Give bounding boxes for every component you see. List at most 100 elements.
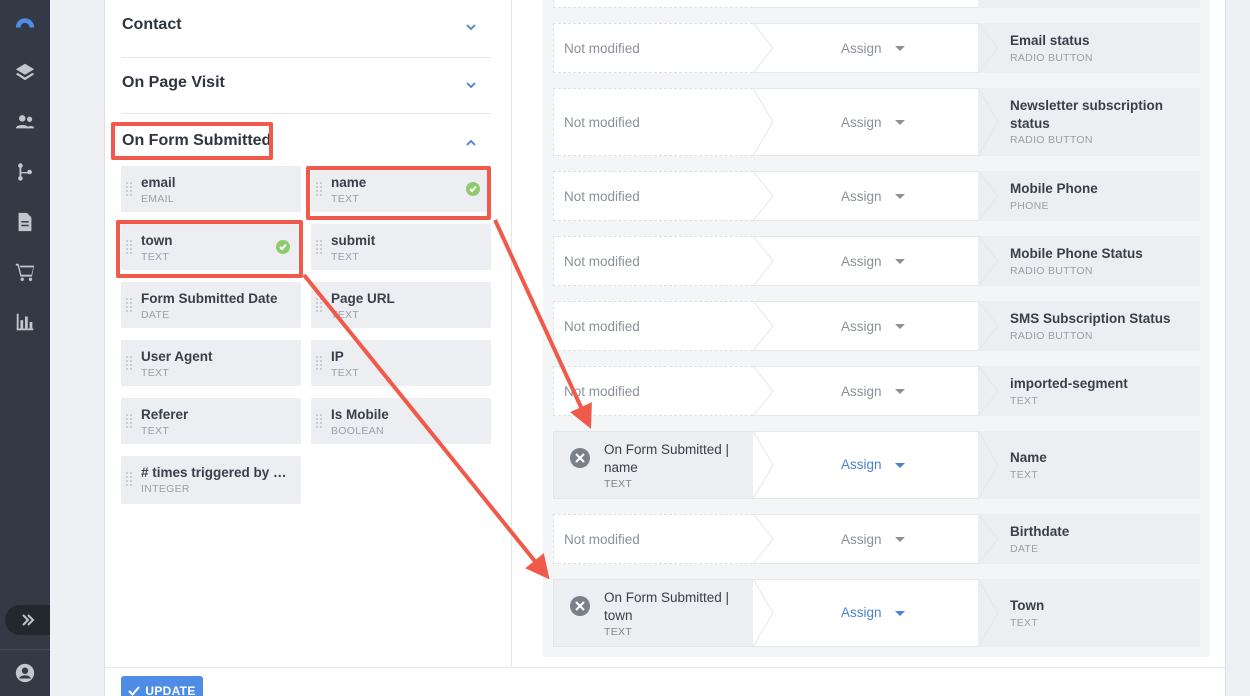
highlight-box	[116, 220, 303, 278]
source-dropzone[interactable]: Not modified	[553, 236, 773, 286]
users-icon[interactable]	[13, 110, 37, 134]
drag-handle-icon[interactable]	[126, 182, 132, 196]
caret-down-icon	[895, 537, 905, 542]
target-name: Birthdate	[1010, 524, 1070, 539]
source-type: TEXT	[604, 478, 633, 490]
field-name: Form Submitted Date	[141, 291, 278, 306]
field-card[interactable]: Referer TEXT	[121, 398, 301, 444]
target-type: PHONE	[1010, 200, 1049, 212]
mapped-source[interactable]: On Form Submitted | town TEXT	[553, 579, 773, 647]
expand-icon[interactable]	[5, 605, 50, 635]
field-card[interactable]: # times triggered by th… INTEGER	[121, 456, 301, 504]
update-button[interactable]: UPDATE	[121, 676, 203, 696]
section-on-page-visit[interactable]: On Page Visit	[121, 56, 491, 114]
field-name: # times triggered by th…	[141, 465, 291, 480]
nav-divider	[0, 649, 50, 650]
field-name: Referer	[141, 407, 189, 422]
chevron-down-icon[interactable]	[465, 78, 477, 90]
drag-handle-icon[interactable]	[316, 240, 322, 254]
field-type: TEXT	[331, 309, 360, 321]
field-name: User Agent	[141, 349, 213, 364]
field-card[interactable]: Page URL TEXT	[311, 282, 491, 328]
chart-icon[interactable]	[13, 310, 37, 334]
mapping-row: Not modified Assign Email status RADIO BU…	[553, 23, 1200, 73]
target-type: RADIO BUTTON	[1010, 52, 1093, 64]
action-select[interactable]: Assign	[753, 431, 1003, 499]
source-label: Not modified	[564, 189, 640, 204]
target-field: Name TEXT	[978, 431, 1200, 499]
source-dropzone[interactable]: Not modified	[553, 88, 773, 156]
action-select[interactable]: Assign	[753, 366, 1003, 416]
logo-icon[interactable]	[13, 10, 37, 34]
section-contact[interactable]: Contact	[121, 0, 491, 58]
source-dropzone[interactable]: Not modified	[553, 366, 773, 416]
source-label: On Form Submitted | name	[604, 442, 730, 475]
target-type: RADIO BUTTON	[1010, 330, 1093, 342]
field-card[interactable]: User Agent TEXT	[121, 340, 301, 386]
target-name: Name	[1010, 450, 1047, 465]
action-label: Assign	[841, 384, 882, 399]
workflow-icon[interactable]	[13, 160, 37, 184]
field-card[interactable]: IP TEXT	[311, 340, 491, 386]
section-title: Contact	[122, 16, 182, 33]
mapping-row	[553, 0, 1200, 8]
caret-down-icon	[895, 46, 905, 51]
caret-down-icon	[895, 463, 905, 468]
layers-icon[interactable]	[13, 60, 37, 84]
remove-icon[interactable]	[570, 596, 590, 616]
action-select[interactable]: Assign	[753, 171, 1003, 221]
drag-handle-icon[interactable]	[316, 414, 322, 428]
source-fields-column: Contact On Page Visit On Form Submitted …	[105, 0, 512, 667]
source-type: TEXT	[604, 626, 633, 638]
mapping-row: On Form Submitted | town TEXT Assign Tow…	[553, 579, 1200, 647]
mapped-source[interactable]: On Form Submitted | name TEXT	[553, 431, 773, 499]
field-card[interactable]: Form Submitted Date DATE	[121, 282, 301, 328]
document-icon[interactable]	[13, 210, 37, 234]
field-name: IP	[331, 349, 344, 364]
source-label: On Form Submitted | town	[604, 590, 730, 623]
target-field: Town TEXT	[978, 579, 1200, 647]
field-name: email	[141, 175, 176, 190]
source-label: Not modified	[564, 254, 640, 269]
field-card[interactable]: Is Mobile BOOLEAN	[311, 398, 491, 444]
drag-handle-icon[interactable]	[126, 298, 132, 312]
mapping-row: Not modified Assign Mobile Phone PHONE	[553, 171, 1200, 221]
action-label: Assign	[841, 532, 882, 547]
field-type: BOOLEAN	[331, 425, 384, 437]
account-icon[interactable]	[13, 661, 37, 685]
action-select[interactable]: Assign	[753, 23, 1003, 73]
target-type: RADIO BUTTON	[1010, 134, 1093, 146]
caret-down-icon	[895, 389, 905, 394]
action-select[interactable]: Assign	[753, 579, 1003, 647]
drag-handle-icon[interactable]	[126, 356, 132, 370]
source-label: Not modified	[564, 384, 640, 399]
target-field: Birthdate DATE	[978, 514, 1200, 564]
chevron-up-icon[interactable]	[465, 136, 477, 148]
source-dropzone[interactable]: Not modified	[553, 23, 773, 73]
action-select[interactable]: Assign	[753, 301, 1003, 351]
caret-down-icon	[895, 324, 905, 329]
action-label: Assign	[841, 115, 882, 130]
source-dropzone[interactable]: Not modified	[553, 301, 773, 351]
field-card[interactable]: email EMAIL	[121, 166, 301, 212]
mapping-row: Not modified Assign Birthdate DATE	[553, 514, 1200, 564]
drag-handle-icon[interactable]	[126, 414, 132, 428]
action-select[interactable]: Assign	[753, 514, 1003, 564]
drag-handle-icon[interactable]	[126, 472, 132, 486]
target-type: TEXT	[1010, 617, 1039, 629]
source-dropzone[interactable]: Not modified	[553, 171, 773, 221]
field-type: TEXT	[331, 367, 360, 379]
action-select[interactable]: Assign	[753, 236, 1003, 286]
target-field: Mobile Phone PHONE	[978, 171, 1200, 221]
highlight-box	[111, 122, 273, 160]
source-dropzone[interactable]: Not modified	[553, 514, 773, 564]
remove-icon[interactable]	[570, 448, 590, 468]
field-type: DATE	[141, 309, 170, 321]
drag-handle-icon[interactable]	[316, 298, 322, 312]
cart-icon[interactable]	[13, 260, 37, 284]
drag-handle-icon[interactable]	[316, 356, 322, 370]
field-card[interactable]: submit TEXT	[311, 224, 491, 270]
action-select[interactable]: Assign	[753, 88, 1003, 156]
chevron-down-icon[interactable]	[465, 20, 477, 32]
caret-down-icon	[895, 611, 905, 616]
